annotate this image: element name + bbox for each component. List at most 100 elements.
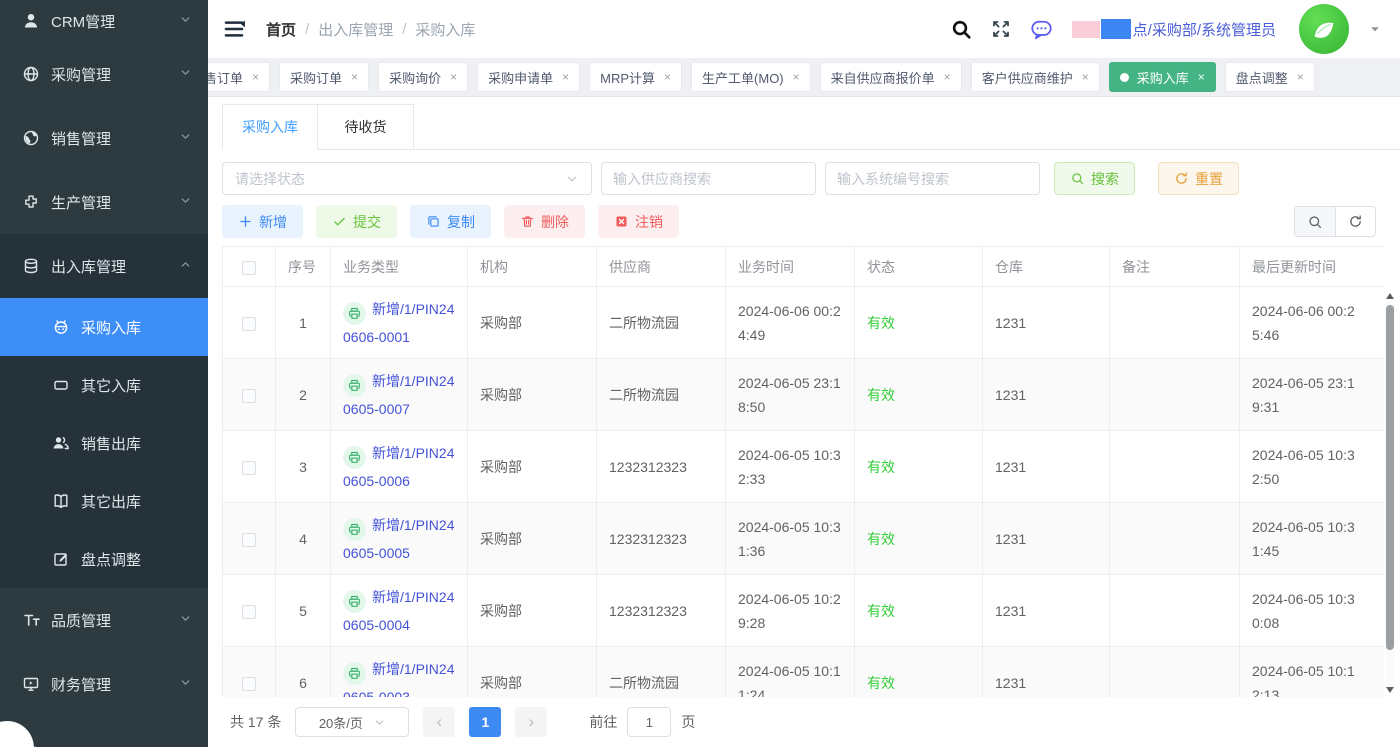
subtab-待收货[interactable]: 待收货 xyxy=(318,104,414,150)
goto-page-input[interactable] xyxy=(627,707,671,737)
message-bubble-icon[interactable] xyxy=(1030,18,1053,41)
tab-MRP计算[interactable]: MRP计算× xyxy=(589,62,682,92)
user-info[interactable]: 点/采购部/系统管理员 xyxy=(1072,19,1276,40)
scrollbar-track[interactable] xyxy=(1385,301,1395,685)
cell-doc: 新增/1/PIN240605-0007 xyxy=(331,359,468,431)
prev-page-button[interactable]: ‹ xyxy=(423,707,455,737)
subtabs: 采购入库待收货 xyxy=(222,104,1400,150)
search-button[interactable]: 搜索 xyxy=(1054,162,1135,195)
scroll-down-icon[interactable] xyxy=(1386,687,1394,693)
content-panel: 采购入库待收货 请选择状态 搜索 重置 新增提交复制删除注销 xyxy=(208,97,1400,747)
select-all-checkbox[interactable] xyxy=(242,261,256,275)
table-row: 4新增/1/PIN240605-0005采购部12323123232024-06… xyxy=(223,503,1385,575)
user-menu-caret-icon[interactable] xyxy=(1368,22,1382,36)
tab-label: 来自供应商报价单 xyxy=(831,68,935,87)
cell-supplier: 1232312323 xyxy=(597,431,726,503)
record-action-buttons: 新增提交复制删除注销 xyxy=(222,205,679,238)
cell-org: 采购部 xyxy=(468,359,597,431)
tab-生产工单(MO)[interactable]: 生产工单(MO)× xyxy=(691,62,811,92)
close-icon[interactable]: × xyxy=(1082,70,1089,84)
sidebar-item-CRM管理[interactable]: CRM管理 xyxy=(0,0,208,42)
sidebar-item-采购管理[interactable]: 采购管理 xyxy=(0,42,208,106)
sidebar-item-label: 品质管理 xyxy=(51,610,179,631)
sidebar-item-销售出库[interactable]: 销售出库 xyxy=(0,414,208,472)
sidebar-item-出入库管理[interactable]: 出入库管理 xyxy=(0,234,208,298)
新增-button[interactable]: 新增 xyxy=(222,205,303,238)
plus-icon xyxy=(238,214,253,229)
close-icon[interactable]: × xyxy=(252,70,259,84)
printer-icon[interactable] xyxy=(343,302,366,325)
row-checkbox[interactable] xyxy=(242,533,256,547)
cell-time: 2024-06-05 23:18:50 xyxy=(726,359,855,431)
supplier-search-input[interactable] xyxy=(601,162,816,195)
复制-button[interactable]: 复制 xyxy=(410,205,491,238)
tab-采购入库[interactable]: 采购入库× xyxy=(1109,62,1216,92)
sidebar-item-采购入库[interactable]: 采购入库 xyxy=(0,298,208,356)
breadcrumb-item[interactable]: 首页 xyxy=(266,19,296,40)
status-select[interactable]: 请选择状态 xyxy=(222,162,592,195)
row-checkbox[interactable] xyxy=(242,317,256,331)
sidebar-item-财务管理[interactable]: 财务管理 xyxy=(0,652,208,716)
tab-采购询价[interactable]: 采购询价× xyxy=(378,62,468,92)
scroll-up-icon[interactable] xyxy=(1386,293,1394,299)
code-search-input[interactable] xyxy=(825,162,1040,195)
next-page-button[interactable]: › xyxy=(515,707,547,737)
tab-来自供应商报价单[interactable]: 来自供应商报价单 × xyxy=(820,62,962,92)
sidebar-item-品质管理[interactable]: 品质管理 xyxy=(0,588,208,652)
close-icon[interactable]: × xyxy=(562,70,569,84)
printer-icon[interactable] xyxy=(343,662,366,685)
close-icon[interactable]: × xyxy=(450,70,457,84)
sidebar-item-盘点调整[interactable]: 盘点调整 xyxy=(0,530,208,588)
printer-icon[interactable] xyxy=(343,374,366,397)
status-select-placeholder: 请选择状态 xyxy=(235,169,305,189)
tab-客户供应商维护[interactable]: 客户供应商维护× xyxy=(971,62,1100,92)
tab-盘点调整[interactable]: 盘点调整× xyxy=(1225,62,1315,92)
table-scrollbar[interactable] xyxy=(1384,293,1396,693)
sidebar-item-生产管理[interactable]: 生产管理 xyxy=(0,170,208,234)
close-icon[interactable]: × xyxy=(944,70,951,84)
table-search-button[interactable] xyxy=(1295,207,1335,236)
row-checkbox[interactable] xyxy=(242,677,256,691)
fullscreen-icon[interactable] xyxy=(991,19,1011,39)
row-checkbox[interactable] xyxy=(242,605,256,619)
cell-note xyxy=(1110,503,1240,575)
sidebar: CRM管理采购管理销售管理生产管理出入库管理采购入库其它入库销售出库其它出库盘点… xyxy=(0,0,208,747)
book-icon xyxy=(52,492,70,510)
close-icon[interactable]: × xyxy=(1198,70,1205,84)
scrollbar-thumb[interactable] xyxy=(1386,305,1394,650)
sidebar-item-label: CRM管理 xyxy=(51,11,179,32)
earth-icon xyxy=(22,129,40,147)
sidebar-item-销售管理[interactable]: 销售管理 xyxy=(0,106,208,170)
caret-icon xyxy=(1368,22,1382,36)
tab-销售订单[interactable]: 销售订单× xyxy=(208,62,270,92)
sidebar-item-其它入库[interactable]: 其它入库 xyxy=(0,356,208,414)
close-icon[interactable]: × xyxy=(351,70,358,84)
reset-button[interactable]: 重置 xyxy=(1158,162,1239,195)
row-checkbox[interactable] xyxy=(242,389,256,403)
current-page-button[interactable]: 1 xyxy=(469,707,501,737)
global-search-icon[interactable] xyxy=(951,19,972,40)
提交-button[interactable]: 提交 xyxy=(316,205,397,238)
close-icon[interactable]: × xyxy=(793,70,800,84)
close-icon[interactable]: × xyxy=(664,70,671,84)
breadcrumb-item: 出入库管理 xyxy=(318,19,393,40)
tab-采购订单[interactable]: 采购订单× xyxy=(279,62,369,92)
table-row: 6新增/1/PIN240605-0003采购部二所物流园2024-06-05 1… xyxy=(223,647,1385,699)
table-refresh-button[interactable] xyxy=(1335,207,1375,236)
printer-icon[interactable] xyxy=(343,590,366,613)
注销-button[interactable]: 注销 xyxy=(598,205,679,238)
printer-icon[interactable] xyxy=(343,518,366,541)
cell-warehouse: 1231 xyxy=(983,647,1110,699)
sidebar-collapse-button[interactable] xyxy=(222,17,246,41)
subtab-采购入库[interactable]: 采购入库 xyxy=(222,104,318,150)
sidebar-item-其它出库[interactable]: 其它出库 xyxy=(0,472,208,530)
user-redaction-blue xyxy=(1101,19,1131,39)
printer-icon[interactable] xyxy=(343,446,366,469)
删除-button[interactable]: 删除 xyxy=(504,205,585,238)
reset-button-label: 重置 xyxy=(1195,169,1223,189)
page-size-select[interactable]: 20条/页 xyxy=(295,707,409,737)
tab-采购申请单[interactable]: 采购申请单× xyxy=(477,62,580,92)
close-icon[interactable]: × xyxy=(1297,70,1304,84)
row-checkbox[interactable] xyxy=(242,461,256,475)
avatar[interactable] xyxy=(1299,4,1349,54)
